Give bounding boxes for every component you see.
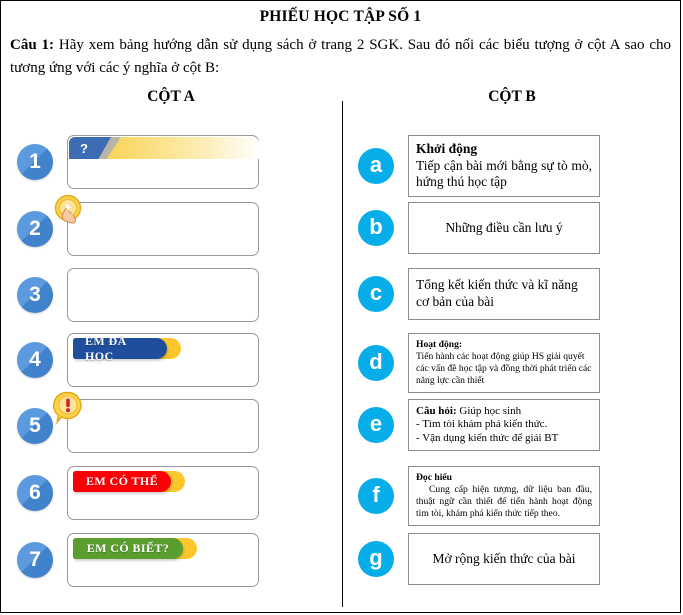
- meaning-box[interactable]: Câu hỏi: Giúp học sinh - Tìm tòi khám phá…: [408, 399, 600, 452]
- ribbon-plate: EM CÓ BIẾT?: [73, 538, 183, 559]
- item-number-badge-3[interactable]: 3: [17, 277, 53, 313]
- column-a-heading: CỘT A: [147, 88, 195, 105]
- meaning-box[interactable]: Khởi động Tiếp cận bài mới bằng sự tò mò,…: [408, 135, 600, 198]
- exclamation-bubble-icon: [52, 391, 86, 425]
- column-b: a Khởi động Tiếp cận bài mới bằng sự tò mò…: [342, 127, 682, 612]
- badge-label: 5: [29, 413, 41, 437]
- badge-label: 2: [29, 216, 41, 240]
- label-ribbon: EM ĐÃ HỌC: [73, 334, 181, 363]
- badge-label: 6: [29, 480, 41, 504]
- column-b-row[interactable]: c Tổng kết kiến thức và kĩ năng cơ bản củ…: [342, 268, 600, 320]
- meaning-heading: Câu hỏi:: [416, 405, 457, 417]
- meaning-text: Tiếp cận bài mới bằng sự tò mò, hứng thú…: [416, 157, 592, 190]
- question-label: Câu 1:: [10, 37, 55, 53]
- meaning-text: Tổng kết kiến thức và kĩ năng cơ bản của…: [416, 277, 578, 309]
- item-letter-badge-a[interactable]: a: [358, 148, 394, 185]
- column-b-row[interactable]: d Hoạt động: Tiến hành các hoạt động giúp …: [342, 333, 600, 393]
- badge-label: d: [369, 348, 383, 374]
- column-b-row[interactable]: b Những điều cần lưu ý: [342, 202, 600, 254]
- symbol-box[interactable]: [54, 194, 259, 256]
- worksheet-page: PHIẾU HỌC TẬP SỐ 1 Câu 1: Hãy xem bảng h…: [0, 0, 681, 613]
- meaning-box[interactable]: Những điều cần lưu ý: [408, 202, 600, 254]
- meaning-heading: Đọc hiểu: [416, 472, 452, 483]
- badge-label: e: [369, 411, 383, 437]
- item-number-badge-6[interactable]: 6: [17, 475, 53, 511]
- badge-label: a: [369, 152, 383, 178]
- column-a-row[interactable]: 4 EM ĐÃ HỌC: [1, 333, 259, 387]
- ribbon-plate: EM ĐÃ HỌC: [73, 334, 167, 363]
- column-a-row[interactable]: 2: [1, 194, 259, 256]
- symbol-box[interactable]: ?: [67, 135, 259, 189]
- badge-label: g: [369, 545, 383, 570]
- meaning-text-line: - Vận dụng kiến thức để giải BT: [416, 431, 559, 444]
- meaning-heading: Khởi động: [416, 141, 478, 156]
- item-letter-badge-f[interactable]: f: [358, 477, 394, 514]
- badge-label: c: [369, 280, 383, 305]
- item-number-badge-1[interactable]: 1: [17, 144, 53, 180]
- column-a-row[interactable]: 6 EM CÓ THỂ: [1, 466, 259, 520]
- badge-label: b: [369, 214, 383, 239]
- badge-label: 7: [29, 547, 41, 571]
- badge-label: f: [372, 481, 380, 507]
- column-b-row[interactable]: a Khởi động Tiếp cận bài mới bằng sự tò mò…: [342, 135, 600, 198]
- item-letter-badge-d[interactable]: d: [358, 344, 394, 381]
- column-a-row[interactable]: 5: [1, 391, 259, 453]
- column-a-row[interactable]: 7 EM CÓ BIẾT?: [1, 533, 259, 587]
- meaning-text: Cung cấp hiện tượng, dữ liệu ban đầu, th…: [416, 483, 592, 519]
- label-ribbon: EM CÓ BIẾT?: [73, 538, 197, 559]
- question-ribbon: ?: [69, 137, 259, 159]
- meaning-box[interactable]: Tổng kết kiến thức và kĩ năng cơ bản của…: [408, 268, 600, 320]
- symbol-box[interactable]: EM CÓ THỂ: [67, 466, 259, 520]
- page-title: PHIẾU HỌC TẬP SỐ 1: [259, 8, 422, 25]
- column-b-row[interactable]: g Mở rộng kiến thức của bài: [342, 533, 600, 585]
- column-a-row[interactable]: 1 ?: [1, 135, 259, 189]
- meaning-text: Tiến hành các hoạt động giúp HS giải quy…: [416, 350, 592, 386]
- column-a-row[interactable]: 3: [1, 268, 259, 322]
- item-letter-badge-g[interactable]: g: [358, 541, 394, 577]
- item-number-badge-4[interactable]: 4: [17, 342, 53, 378]
- meaning-box[interactable]: Đọc hiểu Cung cấp hiện tượng, dữ liệu ban…: [408, 466, 600, 526]
- label-ribbon: EM CÓ THỂ: [73, 471, 185, 492]
- meaning-text-line: - Tìm tòi khám phá kiến thức.: [416, 418, 548, 431]
- item-number-badge-7[interactable]: 7: [17, 542, 53, 578]
- columns-area: 1 ? 2 3 4 EM ĐÃ HỌC 5 6 EM CÓ THỂ 7 EM CÓ…: [1, 127, 680, 612]
- item-letter-badge-b[interactable]: b: [358, 210, 394, 246]
- symbol-box[interactable]: EM ĐÃ HỌC: [67, 333, 259, 387]
- meaning-text: Câu hỏi: Giúp học sinh: [416, 405, 522, 417]
- meaning-box[interactable]: Hoạt động: Tiến hành các hoạt động giúp H…: [408, 333, 600, 393]
- item-number-badge-2[interactable]: 2: [17, 211, 53, 247]
- column-headings: CỘT A CỘT B: [1, 88, 680, 112]
- meaning-text: Những điều cần lưu ý: [445, 219, 563, 235]
- item-number-badge-5[interactable]: 5: [17, 408, 53, 444]
- symbol-box[interactable]: [52, 391, 259, 453]
- meaning-text: Mở rộng kiến thức của bài: [432, 550, 576, 566]
- meaning-box[interactable]: Mở rộng kiến thức của bài: [408, 533, 600, 585]
- column-a: 1 ? 2 3 4 EM ĐÃ HỌC 5 6 EM CÓ THỂ 7 EM CÓ…: [1, 127, 342, 612]
- column-b-heading: CỘT B: [488, 88, 536, 105]
- symbol-box[interactable]: EM CÓ BIẾT?: [67, 533, 259, 587]
- ribbon-plate: EM CÓ THỂ: [73, 471, 171, 492]
- column-b-row[interactable]: e Câu hỏi: Giúp học sinh - Tìm tòi khám ph…: [342, 399, 600, 452]
- symbol-box[interactable]: [67, 268, 259, 322]
- pointing-hand-icon: [52, 194, 86, 228]
- question-prompt: Câu 1: Hãy xem bảng hướng dẫn sử dụng sá…: [10, 34, 671, 79]
- meaning-heading: Hoạt động:: [416, 339, 463, 350]
- badge-label: 1: [29, 149, 41, 173]
- badge-label: 3: [29, 282, 41, 306]
- badge-label: 4: [29, 347, 41, 371]
- item-letter-badge-e[interactable]: e: [358, 407, 394, 444]
- question-text: Hãy xem bảng hướng dẫn sử dụng sách ở tr…: [10, 37, 671, 76]
- item-letter-badge-c[interactable]: c: [358, 276, 394, 312]
- column-b-row[interactable]: f Đọc hiểu Cung cấp hiện tượng, dữ liệu ba…: [342, 466, 600, 526]
